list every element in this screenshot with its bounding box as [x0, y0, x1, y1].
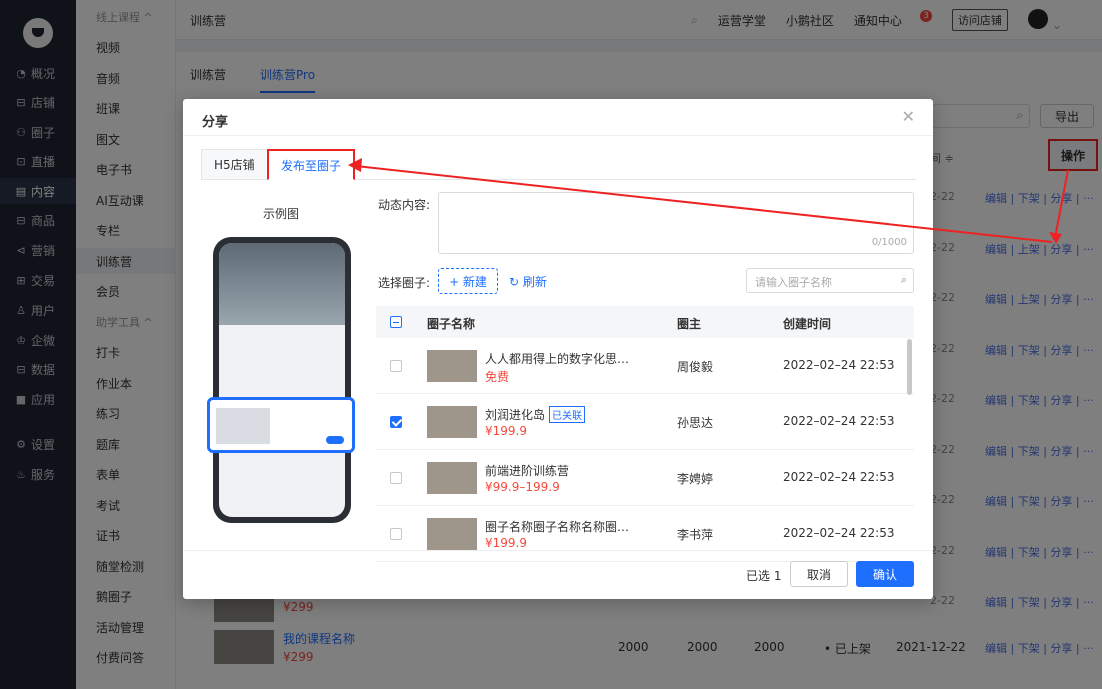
annotation-arrows [348, 158, 1069, 244]
